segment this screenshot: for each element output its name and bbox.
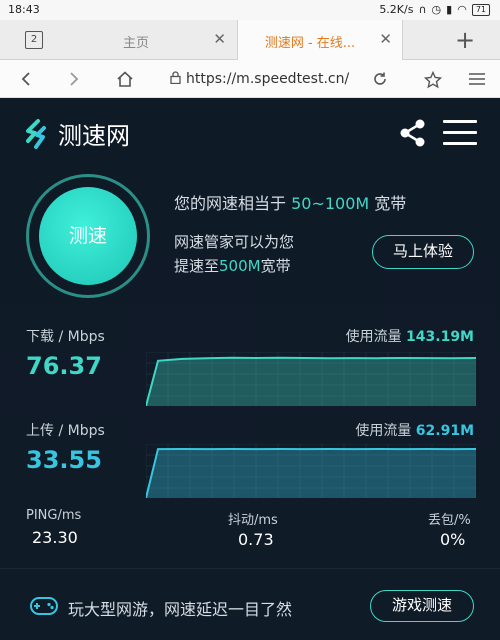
- start-test-button[interactable]: 测速: [39, 187, 137, 285]
- navigation-bar: https://m.speedtest.cn/: [0, 60, 500, 98]
- bandwidth-equivalent: 您的网速相当于 50~100M 宽带: [174, 190, 406, 214]
- tab-title: 主页: [122, 36, 149, 51]
- star-icon: [424, 71, 442, 89]
- menu-icon: [443, 142, 477, 145]
- gamepad-icon: [30, 597, 58, 615]
- home-button[interactable]: [110, 65, 140, 93]
- jitter-value: 0.73: [238, 530, 274, 549]
- upload-traffic-label: 使用流量: [355, 423, 416, 439]
- tab-home[interactable]: 主页 ✕: [66, 20, 236, 60]
- address-field[interactable]: https://m.speedtest.cn/: [160, 66, 360, 92]
- network-speed: 5.2K/s: [379, 3, 414, 16]
- equiv-prefix: 您的网速相当于: [174, 194, 292, 213]
- download-traffic-value: 143.19M: [406, 329, 474, 345]
- download-value: 76.37: [26, 352, 102, 380]
- share-icon: [400, 119, 425, 147]
- upgrade-line2: 提速至500M宽带: [174, 254, 294, 278]
- bookmark-button[interactable]: [418, 65, 448, 93]
- close-icon[interactable]: ✕: [213, 30, 226, 48]
- url-text: https://m.speedtest.cn/: [186, 71, 350, 87]
- tab-speedtest[interactable]: 测速网 - 在线... ✕: [237, 20, 403, 60]
- upload-traffic: 使用流量 62.91M: [355, 420, 474, 440]
- upgrade-line1: 网速管家可以为您: [174, 233, 295, 251]
- ping-value: 23.30: [32, 528, 78, 547]
- app-logo[interactable]: 测速网: [24, 116, 130, 151]
- reload-icon: [374, 72, 386, 85]
- menu-icon: [443, 131, 477, 134]
- status-time: 18:43: [8, 3, 40, 16]
- wifi-icon: ◠: [457, 3, 467, 16]
- download-label: 下载 / Mbps: [26, 329, 105, 345]
- jitter-label: 抖动/ms: [228, 513, 278, 528]
- chevron-left-icon: [21, 72, 30, 86]
- try-now-button[interactable]: 马上体验: [372, 235, 474, 269]
- game-promo-text: 玩大型网游，网速延迟一目了然: [68, 600, 293, 619]
- game-speed-test-button[interactable]: 游戏测速: [370, 590, 474, 622]
- browser-menu-button[interactable]: [462, 65, 492, 93]
- upgrade-promo: 网速管家可以为您 提速至500M宽带: [174, 230, 294, 278]
- menu-button[interactable]: [443, 120, 477, 146]
- equiv-suffix: 宽带: [369, 194, 407, 213]
- menu-icon: [469, 73, 485, 85]
- status-icons: 5.2K/s ∩ ◷ ▮ ◠ 71: [379, 3, 490, 16]
- tab-count-button[interactable]: 2: [25, 31, 43, 49]
- upload-series-area: [146, 449, 476, 498]
- home-icon: [117, 71, 133, 87]
- equiv-range: 50~100M: [291, 194, 370, 213]
- share-button[interactable]: [398, 118, 428, 148]
- speedtest-page: 测速网 测速 您的网速相当于 50~100M 宽带 网速管家可以为您 提速至50…: [0, 98, 500, 640]
- download-series-area: [146, 357, 476, 406]
- upgrade-line2-suffix: 宽带: [260, 257, 291, 275]
- upload-graph: [146, 444, 476, 498]
- forward-button[interactable]: [60, 65, 90, 93]
- download-traffic: 使用流量 143.19M: [346, 326, 474, 346]
- close-icon[interactable]: ✕: [379, 30, 392, 48]
- ping-label: PING/ms: [26, 508, 82, 523]
- battery-icon: 71: [471, 3, 490, 16]
- app-name: 测速网: [58, 122, 130, 150]
- upload-traffic-value: 62.91M: [415, 423, 474, 439]
- new-tab-button[interactable]: +: [440, 24, 490, 56]
- back-button[interactable]: [12, 65, 42, 93]
- reload-button[interactable]: [366, 65, 396, 93]
- packet-loss-label: 丢包/%: [428, 513, 471, 528]
- tab-strip: 2 主页 ✕ 测速网 - 在线... ✕ +: [0, 20, 500, 60]
- test-ring: 测速: [26, 174, 150, 298]
- upgrade-line2-value: 500M: [219, 257, 261, 275]
- upgrade-line2-prefix: 提速至: [174, 257, 220, 275]
- status-bar: 18:43 5.2K/s ∩ ◷ ▮ ◠ 71: [0, 0, 500, 20]
- tab-title: 测速网 - 在线...: [264, 36, 356, 51]
- divider: [0, 568, 500, 569]
- upload-value: 33.55: [26, 446, 102, 474]
- download-traffic-label: 使用流量: [345, 329, 407, 345]
- lock-icon: [170, 71, 181, 84]
- chevron-right-icon: [70, 72, 79, 86]
- headphone-icon: ∩: [418, 3, 427, 16]
- download-graph: [146, 352, 476, 406]
- menu-icon: [443, 120, 477, 123]
- signal-icon: ▮: [446, 3, 453, 16]
- alarm-icon: ◷: [431, 3, 442, 16]
- upload-label: 上传 / Mbps: [26, 423, 105, 439]
- speedtest-logo-icon: [26, 118, 46, 149]
- packet-loss-value: 0%: [440, 530, 466, 549]
